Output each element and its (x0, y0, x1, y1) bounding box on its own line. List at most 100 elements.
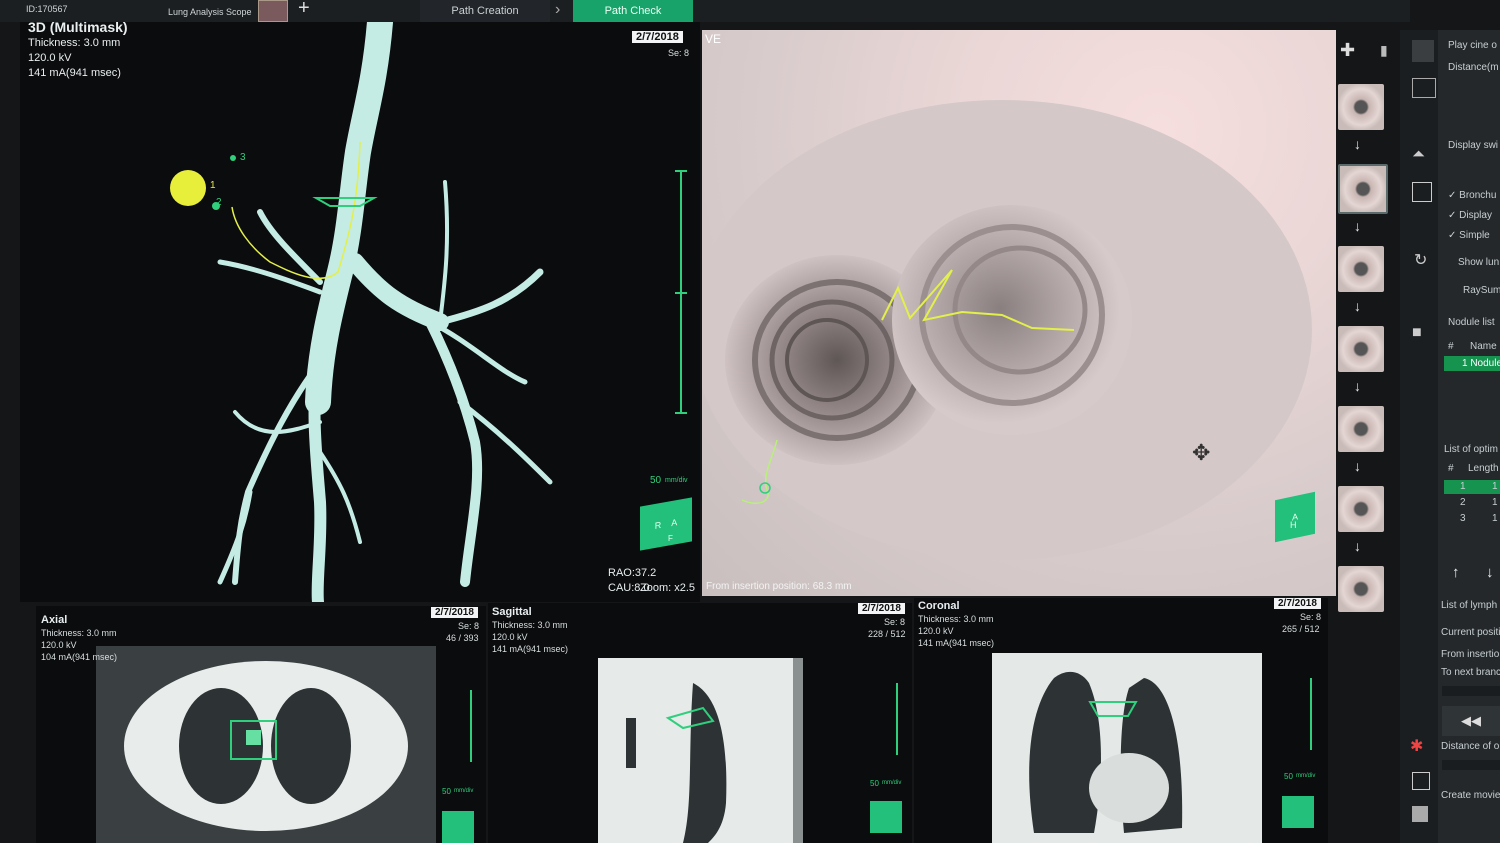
series-label: Se: 8 (458, 621, 480, 631)
scale-unit: mm/div (882, 780, 902, 786)
ve-thumbnail[interactable] (1338, 406, 1384, 452)
thickness-label: Thickness: 3.0 mm (492, 620, 568, 630)
ve-thumbnail[interactable] (1338, 326, 1384, 372)
arrow-down-icon: ↓ (1354, 218, 1361, 234)
show-lung-button[interactable]: Show lun (1458, 257, 1499, 268)
distance-slider[interactable] (1442, 760, 1500, 770)
current-position-heading: Current positi (1441, 627, 1500, 638)
ve-thumbnail[interactable] (1338, 486, 1384, 532)
copy-icon[interactable] (1412, 806, 1428, 822)
add-view-icon[interactable]: ✚ (1340, 40, 1355, 61)
kv-label: 120.0 kV (28, 52, 72, 64)
viewport-title: Sagittal (492, 606, 532, 618)
to-next-branch-label: To next branc (1441, 667, 1500, 678)
orientation-cube[interactable] (442, 811, 474, 843)
orientation-cube[interactable]: R A (640, 497, 692, 551)
viewport-virtual-endoscopy[interactable]: VE ✥ A H From insertion position: 68.3 m… (702, 30, 1336, 596)
scale-tick (675, 412, 687, 414)
play-cine-label[interactable]: Play cine o (1448, 40, 1497, 51)
study-date-badge: 2/7/2018 (431, 607, 478, 618)
marker-label-2: 2 (216, 197, 222, 208)
scale-value: 50 (1284, 772, 1293, 781)
optimal-row-index[interactable]: 3 (1460, 513, 1466, 524)
display-switch-label: Display swi (1448, 140, 1499, 151)
distance-of-label: Distance of on (1441, 741, 1500, 752)
viewport-sagittal[interactable]: Sagittal Thickness: 3.0 mm 120.0 kV 141 … (488, 603, 912, 843)
arrow-up-icon[interactable]: ↑ (1452, 564, 1460, 581)
ve-thumbnail[interactable] (1338, 246, 1384, 292)
annotation-icon[interactable] (1412, 182, 1432, 202)
rotate-icon[interactable]: ↻ (1414, 250, 1427, 270)
optimal-row-length[interactable]: 1 (1492, 481, 1498, 492)
camera-icon[interactable]: ■ (1412, 324, 1422, 342)
scale-tick (675, 292, 687, 294)
create-movie-button[interactable]: Create movie f (1441, 790, 1500, 801)
tab-path-creation[interactable]: Path Creation (420, 0, 550, 22)
airway-tree-render (170, 22, 553, 602)
series-label: Se: 8 (668, 48, 690, 58)
airway-tool-icon[interactable]: ✱ (1410, 736, 1423, 756)
chart-icon[interactable] (1412, 78, 1436, 98)
coronal-ct-image (992, 653, 1262, 843)
ve-orientation-cube[interactable]: A (1275, 491, 1315, 543)
optimal-row-length[interactable]: 1 (1492, 513, 1498, 524)
zoom-readout: Zoom: x2.5 (640, 582, 696, 594)
series-label: Se: 8 (884, 617, 906, 627)
ve-thumbnail[interactable] (1338, 84, 1384, 130)
scale-tick (675, 170, 687, 172)
optimal-col-length: Length (1468, 463, 1499, 474)
ve-thumbnail[interactable] (1338, 566, 1384, 612)
layers-icon[interactable]: ⏶ (1412, 146, 1425, 164)
nodule-row-label[interactable]: 1 Nodule (1462, 358, 1500, 369)
scale-unit: mm/div (665, 477, 688, 484)
add-icon[interactable]: + (298, 0, 310, 20)
cube-face-f: F (668, 534, 673, 543)
lung-thumbnail-icon[interactable] (258, 0, 288, 22)
arrow-down-icon[interactable]: ↓ (1486, 564, 1494, 581)
arrow-down-icon: ↓ (1354, 298, 1361, 314)
viewport-3d[interactable]: 3D (Multimask) Thickness: 3.0 mm 120.0 k… (20, 20, 700, 602)
lung-view-icon[interactable] (1412, 40, 1434, 62)
optimal-path-list-heading: List of optim (1444, 444, 1498, 455)
viewport-title: Coronal (918, 600, 960, 612)
optimal-row-index[interactable]: 2 (1460, 497, 1466, 508)
tab-path-check[interactable]: Path Check (573, 0, 693, 22)
raysum-button[interactable]: RaySum (1463, 285, 1500, 296)
position-slider[interactable] (1442, 686, 1500, 696)
nodule-list-heading: Nodule list (1448, 317, 1495, 328)
viewport-coronal[interactable]: Coronal Thickness: 3.0 mm 120.0 kV 141 m… (914, 598, 1328, 843)
arrow-down-icon: ↓ (1354, 458, 1361, 474)
axial-ct-image (96, 646, 436, 843)
arrow-down-icon: ↓ (1354, 136, 1361, 152)
orientation-cube[interactable] (1282, 796, 1314, 828)
checkbox-bronchus[interactable]: ✓ Bronchu (1448, 190, 1496, 201)
viewport-axial[interactable]: Axial Thickness: 3.0 mm 120.0 kV 104 mA(… (36, 606, 486, 843)
bronchus-lumen-render (702, 30, 1336, 596)
scope-label: Lung Analysis Scope (168, 7, 252, 17)
chevron-right-icon: › (555, 1, 561, 18)
optimal-row-index[interactable]: 1 (1460, 481, 1466, 492)
checkbox-display[interactable]: ✓ Display (1448, 210, 1492, 221)
scale-unit: mm/div (1296, 773, 1316, 779)
thickness-label: Thickness: 3.0 mm (918, 614, 994, 624)
trash-icon[interactable]: ▮ (1380, 42, 1388, 59)
ve-thumbnail[interactable] (1338, 164, 1388, 214)
series-label: Se: 8 (1300, 612, 1322, 622)
slice-index: 228 / 512 (868, 629, 906, 639)
right-settings-panel: Play cine o Distance(m Display swi ✓ Bro… (1438, 30, 1500, 843)
study-date-badge: 2/7/2018 (858, 603, 905, 614)
scale-value: 50 (870, 779, 879, 788)
optimal-row-length[interactable]: 1 (1492, 497, 1498, 508)
checkbox-simple[interactable]: ✓ Simple (1448, 230, 1490, 241)
ma-label: 141 mA(941 msec) (492, 644, 569, 654)
cube-face-r: R (654, 519, 662, 531)
arrow-down-icon: ↓ (1354, 378, 1361, 394)
from-insertion-label: From insertion (1441, 649, 1500, 660)
insertion-distance: From insertion position: 68.3 mm (706, 581, 852, 592)
ma-label: 141 mA(941 msec) (28, 67, 121, 79)
kv-label: 120.0 kV (918, 626, 954, 636)
orientation-cube[interactable] (870, 801, 902, 833)
marker-label-1: 1 (210, 180, 216, 191)
layout-icon[interactable] (1412, 772, 1430, 790)
rewind-button[interactable]: ◀◀ (1442, 706, 1500, 736)
